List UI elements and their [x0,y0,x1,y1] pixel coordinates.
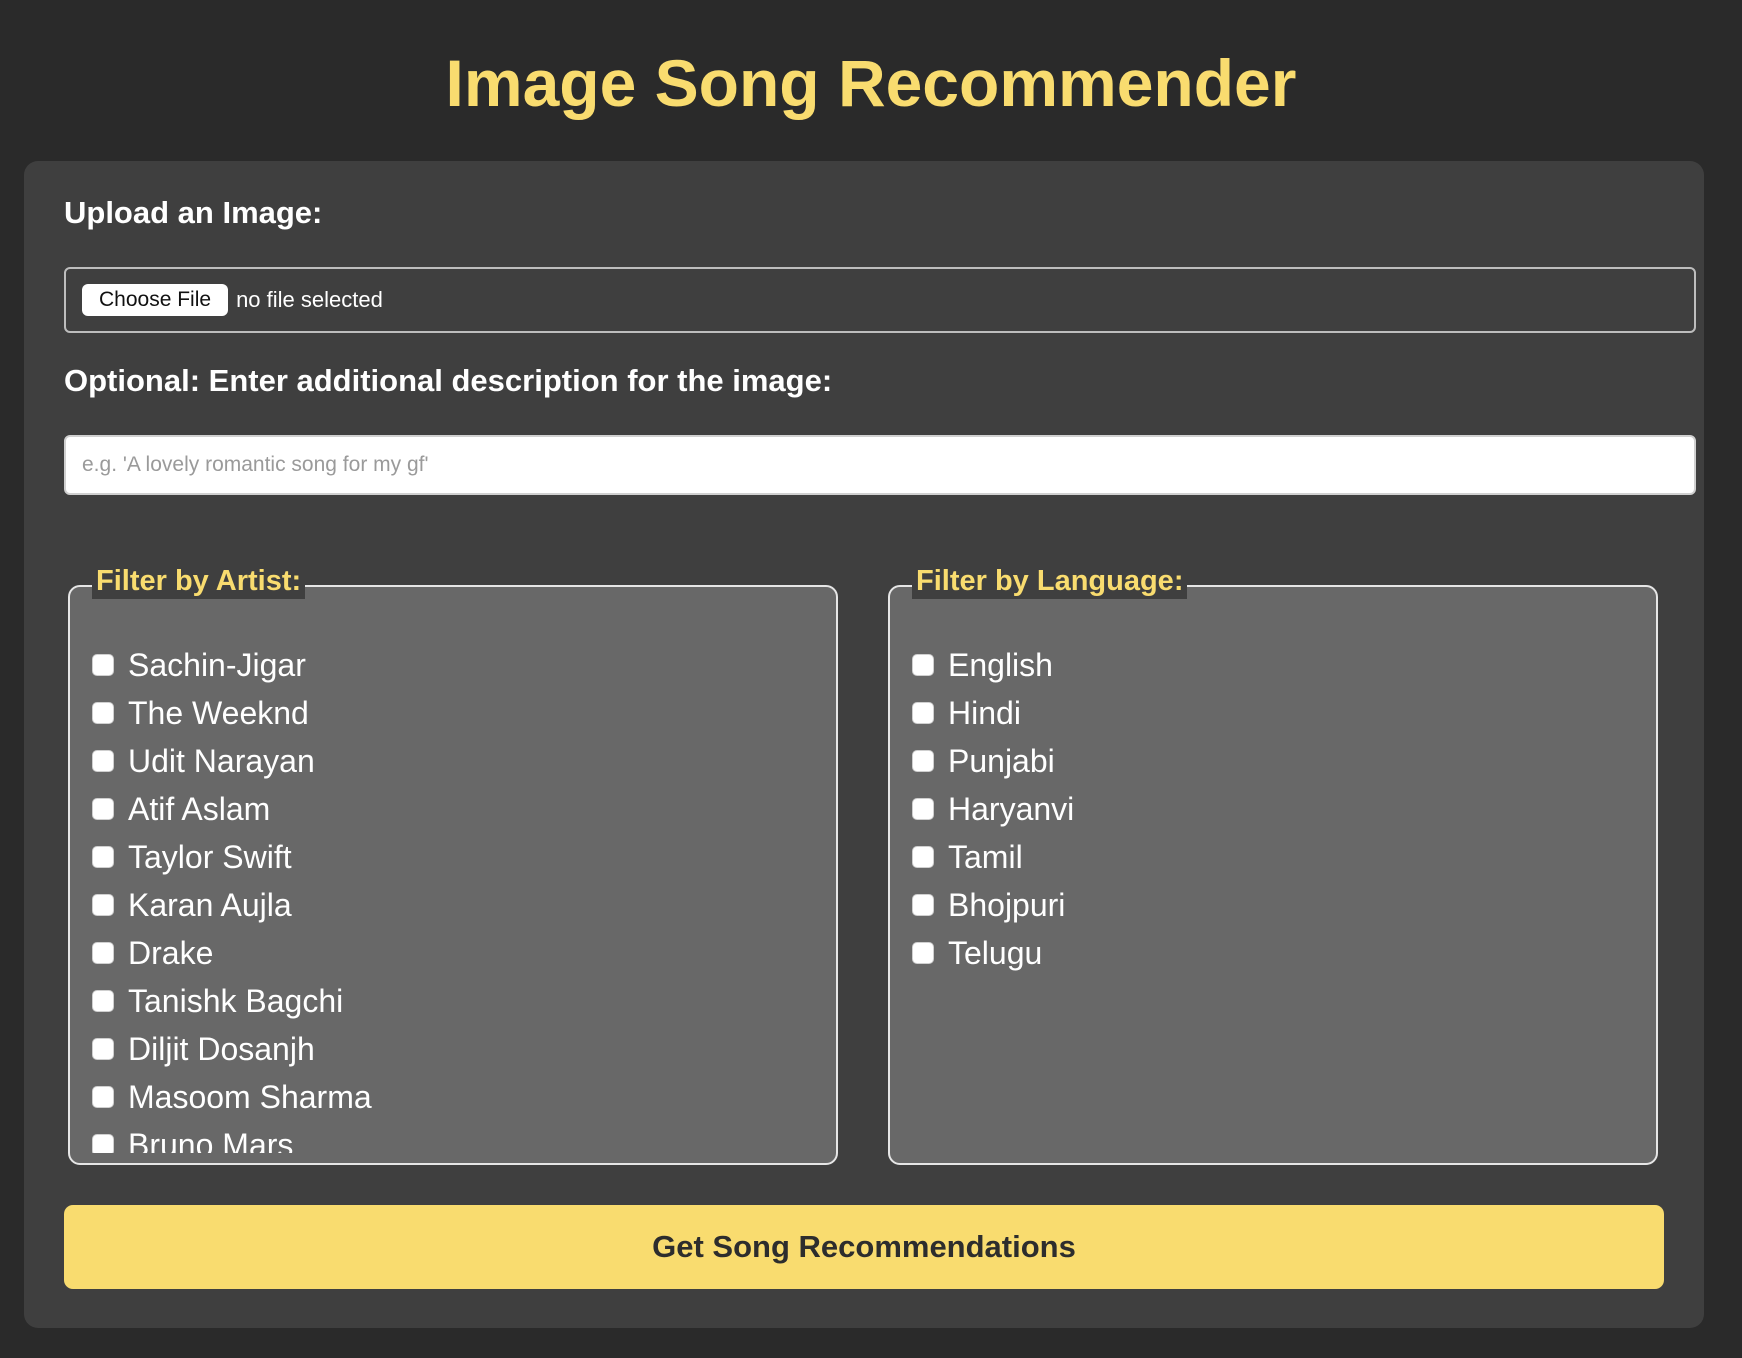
artist-option-label: Udit Narayan [128,742,315,779]
artist-checkbox[interactable] [92,702,114,724]
page-title: Image Song Recommender [445,46,1297,120]
artist-option-label: Sachin-Jigar [128,646,306,683]
artist-filter-list[interactable]: Sachin-Jigar The Weeknd Udit Narayan Atif A… [92,641,826,1153]
artist-option[interactable]: Diljit Dosanjh [92,1025,826,1073]
language-option[interactable]: Bhojpuri [912,881,1646,929]
artist-option-label: Taylor Swift [128,838,292,875]
language-option-label: Telugu [948,934,1043,971]
language-option[interactable]: Haryanvi [912,785,1646,833]
language-checkbox[interactable] [912,750,934,772]
file-status: no file selected [236,287,383,312]
artist-checkbox[interactable] [92,750,114,772]
language-option-label: Hindi [948,694,1021,731]
artist-option-label: The Weeknd [128,694,309,731]
language-option[interactable]: Hindi [912,689,1646,737]
artist-option[interactable]: Udit Narayan [92,737,826,785]
artist-option[interactable]: Karan Aujla [92,881,826,929]
language-option[interactable]: English [912,641,1646,689]
artist-checkbox[interactable] [92,1134,114,1153]
upload-label: Upload an Image: [64,195,323,230]
artist-option[interactable]: Drake [92,929,826,977]
artist-option-label: Diljit Dosanjh [128,1030,315,1067]
artist-option[interactable]: Taylor Swift [92,833,826,881]
artist-option-label: Bruno Mars [128,1126,294,1154]
artist-checkbox[interactable] [92,1086,114,1108]
artist-option-label: Masoom Sharma [128,1078,372,1115]
get-recommendations-button[interactable]: Get Song Recommendations [64,1205,1664,1289]
language-checkbox[interactable] [912,846,934,868]
language-filter-legend: Filter by Language: [912,563,1188,599]
language-option-label: Bhojpuri [948,886,1066,923]
artist-option[interactable]: Sachin-Jigar [92,641,826,689]
artist-checkbox[interactable] [92,798,114,820]
language-checkbox[interactable] [912,942,934,964]
language-option[interactable]: Punjabi [912,737,1646,785]
language-checkbox[interactable] [912,798,934,820]
language-option[interactable]: Tamil [912,833,1646,881]
artist-option[interactable]: Bruno Mars [92,1121,826,1153]
artist-option[interactable]: Masoom Sharma [92,1073,826,1121]
artist-option-label: Tanishk Bagchi [128,982,344,1019]
artist-option-label: Drake [128,934,214,971]
artist-option[interactable]: Tanishk Bagchi [92,977,826,1025]
language-checkbox[interactable] [912,702,934,724]
artist-checkbox[interactable] [92,654,114,676]
artist-checkbox[interactable] [92,942,114,964]
artist-option[interactable]: Atif Aslam [92,785,826,833]
language-option-label: Haryanvi [948,790,1075,827]
artist-option-label: Karan Aujla [128,886,292,923]
form-card: Upload an Image: Choose File no file sel… [24,161,1704,1328]
language-filter-panel: Filter by Language: English Hindi Punjabi H… [888,563,1658,1165]
artist-checkbox[interactable] [92,990,114,1012]
language-checkbox[interactable] [912,654,934,676]
artist-checkbox[interactable] [92,1038,114,1060]
language-option[interactable]: Telugu [912,929,1646,977]
artist-filter-legend: Filter by Artist: [92,563,306,599]
language-option-label: English [948,646,1053,683]
artist-filter-panel: Filter by Artist: Sachin-Jigar The Weeknd… [68,563,838,1165]
description-input[interactable] [64,435,1696,495]
description-label: Optional: Enter additional description f… [64,363,833,398]
language-option-label: Punjabi [948,742,1055,779]
language-option-label: Tamil [948,838,1023,875]
artist-option-label: Atif Aslam [128,790,271,827]
artist-option[interactable]: The Weeknd [92,689,826,737]
choose-file-button[interactable]: Choose File [82,284,229,316]
artist-checkbox[interactable] [92,894,114,916]
language-filter-list: English Hindi Punjabi Haryanvi Tamil Bhojpuri… [912,641,1646,1153]
file-input[interactable]: Choose File no file selected [64,267,1696,333]
language-checkbox[interactable] [912,894,934,916]
artist-checkbox[interactable] [92,846,114,868]
